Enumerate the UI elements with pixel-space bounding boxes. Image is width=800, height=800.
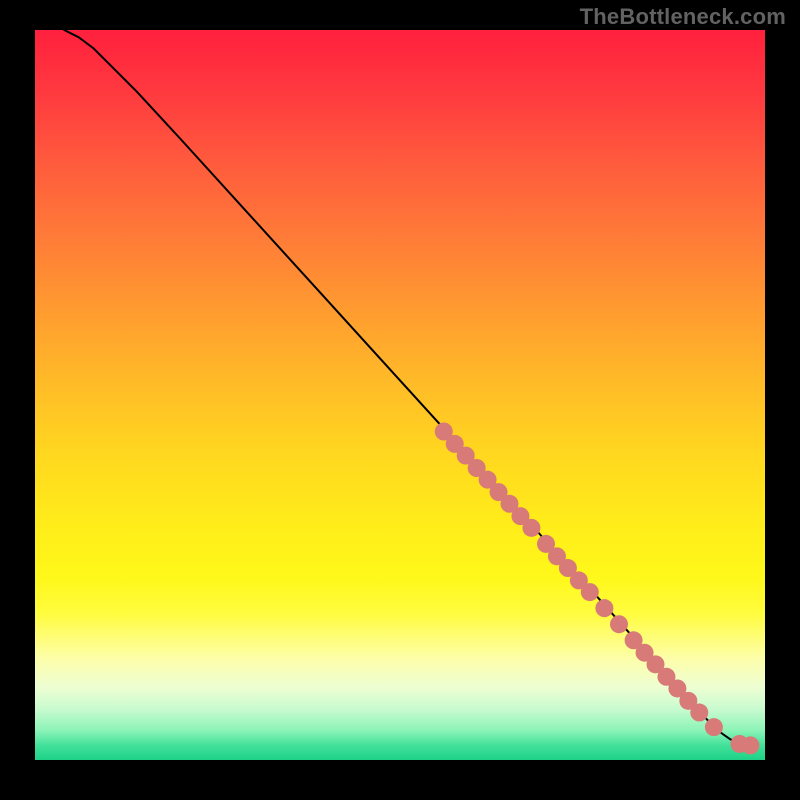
data-point bbox=[741, 736, 759, 754]
data-point bbox=[690, 704, 708, 722]
data-point bbox=[595, 599, 613, 617]
chart-root: TheBottleneck.com bbox=[0, 0, 800, 800]
data-point bbox=[522, 519, 540, 537]
data-point bbox=[705, 718, 723, 736]
data-curve bbox=[64, 30, 750, 745]
data-point bbox=[581, 583, 599, 601]
data-points bbox=[435, 423, 760, 755]
data-point bbox=[610, 615, 628, 633]
watermark-text: TheBottleneck.com bbox=[580, 4, 786, 30]
chart-overlay bbox=[35, 30, 765, 760]
